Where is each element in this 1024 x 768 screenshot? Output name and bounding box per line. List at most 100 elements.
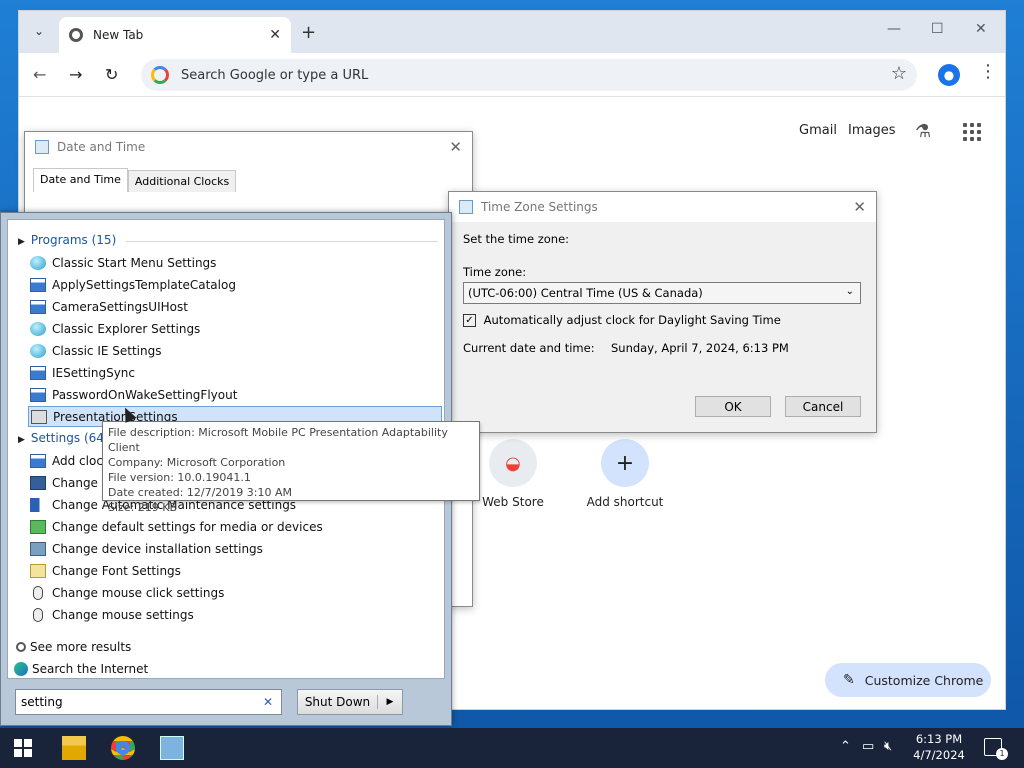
- current-time-value: Sunday, April 7, 2024, 6:13 PM: [611, 341, 789, 355]
- list-item[interactable]: IESettingSync: [28, 362, 442, 383]
- tooltip-line: File description: Microsoft Mobile PC Pr…: [108, 426, 448, 454]
- list-item[interactable]: CameraSettingsUIHost: [28, 296, 442, 317]
- shutdown-label[interactable]: Shut Down: [298, 695, 378, 709]
- minimize-button[interactable]: —: [887, 21, 901, 37]
- volume-muted-icon[interactable]: 🔇︎: [884, 739, 892, 754]
- shutdown-arrow-icon[interactable]: ▶: [378, 697, 402, 707]
- shutdown-button[interactable]: Shut Down ▶: [297, 689, 403, 715]
- dialog-titlebar: Date and Time: [25, 132, 472, 162]
- tab-search-button[interactable]: ⌄: [27, 19, 51, 43]
- list-item-label: IESettingSync: [52, 365, 136, 380]
- shortcut-add[interactable]: + Add shortcut: [575, 439, 675, 509]
- cancel-button[interactable]: Cancel: [785, 396, 861, 417]
- search-icon: [16, 642, 26, 652]
- dialog-title: Time Zone Settings: [481, 200, 598, 214]
- font-icon: [30, 563, 46, 578]
- expand-triangle-icon: ▶: [18, 237, 25, 247]
- close-icon[interactable]: ✕: [853, 198, 866, 216]
- tooltip-line: Size: 219 KB: [108, 501, 178, 514]
- list-item[interactable]: Change Font Settings: [28, 560, 442, 581]
- ball-icon: [30, 343, 46, 358]
- settings-header[interactable]: ▶ Settings (64): [18, 431, 109, 445]
- list-item[interactable]: Change default settings for media or dev…: [28, 516, 442, 537]
- close-tab-icon[interactable]: ✕: [269, 27, 281, 43]
- labs-flask-icon[interactable]: ⚗: [915, 121, 931, 142]
- taskbar-clock[interactable]: 6:13 PM 4/7/2024: [904, 731, 974, 763]
- list-item[interactable]: PasswordOnWakeSettingFlyout: [28, 384, 442, 405]
- search-internet[interactable]: Search the Internet: [14, 662, 148, 676]
- windows-start-icon[interactable]: [14, 739, 32, 757]
- dst-label: Automatically adjust clock for Daylight …: [483, 313, 781, 327]
- apps-grid-icon[interactable]: [963, 123, 981, 141]
- tab-date-and-time[interactable]: Date and Time: [33, 168, 128, 192]
- list-item-label: Change mouse settings: [52, 607, 194, 622]
- list-item[interactable]: Classic Start Menu Settings: [28, 252, 442, 273]
- timezone-label: Time zone:: [463, 265, 527, 279]
- mon-icon: [30, 475, 46, 490]
- programs-header[interactable]: ▶ Programs (15): [18, 233, 116, 247]
- search-input-value: setting: [21, 695, 63, 709]
- network-icon[interactable]: ▭: [862, 739, 874, 754]
- close-icon[interactable]: ✕: [449, 138, 462, 156]
- file-explorer-icon[interactable]: [62, 736, 86, 760]
- win-icon: [30, 387, 46, 402]
- timezone-dialog: Time Zone Settings ✕ Set the time zone: …: [448, 191, 877, 433]
- bookmark-star-icon[interactable]: ☆: [891, 63, 907, 84]
- list-item-label: Classic Start Menu Settings: [52, 255, 217, 270]
- see-more-results[interactable]: See more results: [16, 640, 131, 654]
- list-item-label: CameraSettingsUIHost: [52, 299, 188, 314]
- mouse-icon: [33, 607, 43, 622]
- list-item[interactable]: Change device installation settings: [28, 538, 442, 559]
- list-item[interactable]: Change mouse click settings: [28, 582, 442, 603]
- ok-button[interactable]: OK: [695, 396, 771, 417]
- omnibox[interactable]: Search Google or type a URL ☆: [141, 59, 917, 91]
- checkbox-checked-icon[interactable]: ✓: [463, 314, 476, 327]
- notification-badge: 1: [996, 748, 1008, 760]
- media-icon: [30, 519, 46, 534]
- chrome-taskbar-icon[interactable]: [111, 736, 135, 760]
- customize-chrome-button[interactable]: ✎ Customize Chrome: [825, 663, 991, 697]
- customize-label: Customize Chrome: [864, 672, 984, 688]
- set-timezone-label: Set the time zone:: [463, 232, 570, 246]
- images-link[interactable]: Images: [848, 123, 896, 138]
- close-window-button[interactable]: ✕: [975, 21, 987, 37]
- gmail-link[interactable]: Gmail: [799, 123, 837, 138]
- list-item-label: Change a: [52, 475, 110, 490]
- current-time-label: Current date and time:: [463, 341, 595, 355]
- timezone-select[interactable]: (UTC-06:00) Central Time (US & Canada) ⌄: [463, 282, 861, 304]
- dialog-tabs: Date and Time Additional Clocks: [33, 168, 237, 192]
- control-panel-icon[interactable]: [160, 736, 184, 760]
- start-search-input[interactable]: setting ✕: [15, 689, 282, 715]
- kbd-icon: [31, 409, 47, 424]
- list-item[interactable]: Change mouse settings: [28, 604, 442, 625]
- tab-new-tab[interactable]: New Tab ✕: [59, 17, 291, 53]
- dst-checkbox-row[interactable]: ✓ Automatically adjust clock for Dayligh…: [463, 313, 781, 327]
- google-icon: [151, 66, 169, 84]
- list-item[interactable]: Classic IE Settings: [28, 340, 442, 361]
- list-item-label: Change default settings for media or dev…: [52, 519, 323, 534]
- mouse-icon: [33, 585, 43, 600]
- dialog-titlebar: Time Zone Settings: [449, 192, 876, 222]
- tab-additional-clocks[interactable]: Additional Clocks: [127, 170, 237, 192]
- tab-title: New Tab: [93, 28, 144, 42]
- list-item-label: PasswordOnWakeSettingFlyout: [52, 387, 238, 402]
- list-item[interactable]: Classic Explorer Settings: [28, 318, 442, 339]
- back-icon[interactable]: ←: [33, 65, 46, 84]
- clear-search-icon[interactable]: ✕: [263, 695, 273, 709]
- maximize-button[interactable]: ☐: [931, 21, 944, 37]
- list-item[interactable]: ApplySettingsTemplateCatalog: [28, 274, 442, 295]
- forward-icon[interactable]: →: [69, 65, 82, 84]
- profile-avatar-icon[interactable]: ●: [938, 64, 960, 86]
- search-internet-label: Search the Internet: [32, 662, 149, 676]
- omnibox-placeholder: Search Google or type a URL: [181, 67, 369, 83]
- new-tab-button[interactable]: +: [301, 22, 316, 43]
- list-item-label: ApplySettingsTemplateCatalog: [52, 277, 236, 292]
- win-icon: [30, 453, 46, 468]
- timezone-value: (UTC-06:00) Central Time (US & Canada): [468, 286, 703, 300]
- chevron-up-icon[interactable]: ⌃: [840, 739, 851, 754]
- reload-icon[interactable]: ↻: [105, 65, 118, 84]
- dialog-title: Date and Time: [57, 140, 146, 154]
- web-store-icon: ◒: [489, 439, 537, 487]
- menu-kebab-icon[interactable]: ⋮: [979, 63, 997, 81]
- divider: [126, 241, 438, 242]
